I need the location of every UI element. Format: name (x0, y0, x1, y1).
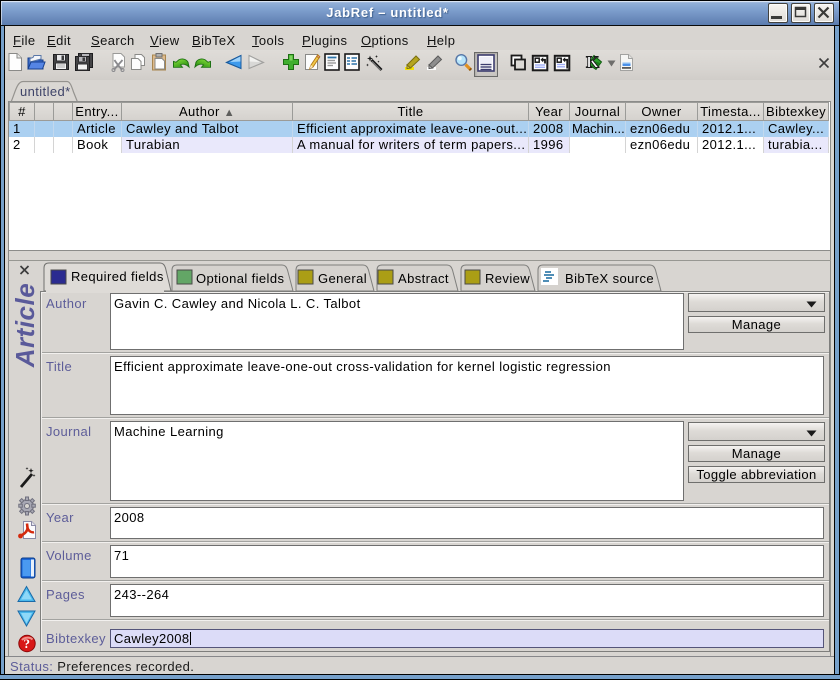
svg-text:K: K (586, 53, 600, 72)
svg-text:?: ? (24, 636, 31, 651)
